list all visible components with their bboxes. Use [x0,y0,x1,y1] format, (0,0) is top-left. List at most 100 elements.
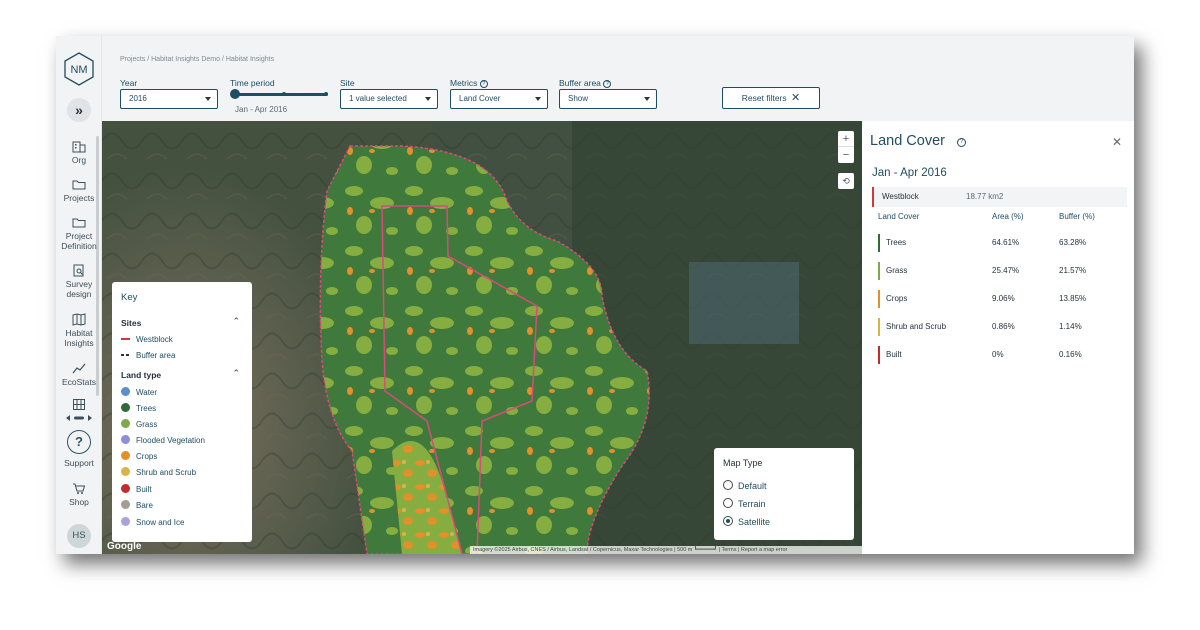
sidebar-item-label: Shop [69,497,89,507]
key-land-trees: Trees [121,403,156,413]
chevron-up-icon[interactable]: ⌃ [232,316,240,327]
carousel-arrows-icon[interactable] [62,415,96,421]
header-area: Area (%) [992,212,1024,221]
row-label: Grass [886,266,908,275]
sidebar-item-projects[interactable]: Projects [56,178,102,203]
site-value: 1 value selected [349,94,407,103]
color-swatch [121,467,130,476]
sidebar-item-label: Project Definition [61,231,97,251]
sidebar-item-grid[interactable] [56,398,102,423]
folder-icon [72,218,86,228]
trend-icon [72,363,86,374]
sidebar-item-habitat-insights[interactable]: Habitat Insights [56,313,102,348]
year-select[interactable]: 2016 [120,89,218,109]
color-swatch [121,500,130,509]
zoom-out-button[interactable]: − [838,147,854,163]
color-swatch [121,387,130,396]
color-swatch [121,517,130,526]
row-label: Trees [886,238,907,247]
color-swatch [121,484,130,493]
row-label: Crops [886,294,908,303]
key-land-crops: Crops [121,451,157,461]
row-label: Shrub and Scrub [886,322,947,331]
row-buffer: 63.28% [1059,238,1087,247]
metrics-select[interactable]: Land Cover [450,89,548,109]
avatar[interactable]: HS [67,524,91,548]
map-canvas[interactable]: + − ⟲ Key Sites ⌃ Westblock Buffer area … [102,121,862,554]
key-label: Buffer area [136,351,176,360]
radio-button[interactable] [723,498,733,508]
map-type-satellite-option[interactable]: Satellite [723,516,770,528]
expand-sidebar-button[interactable]: » [67,98,91,122]
buffer-value: Show [568,94,589,103]
help-icon[interactable]: ? [603,80,612,88]
radio-button-selected[interactable] [723,516,733,526]
chevron-down-icon [535,97,541,101]
color-swatch [121,451,130,460]
site-label: Site [340,78,355,88]
nm-logo[interactable]: NM [62,52,96,86]
key-label: Shrub and Scrub [136,468,197,477]
close-icon[interactable]: ✕ [1112,135,1122,149]
key-label: Bare [136,501,153,510]
map-type-panel: Map Type Default Terrain Satellite [714,448,854,540]
row-buffer: 21.57% [1059,266,1087,275]
logo-text: NM [70,64,87,76]
row-label: Built [886,350,902,359]
key-label: Built [136,485,152,494]
key-label: Trees [136,404,157,413]
close-icon: ✕ [791,92,801,104]
map-attribution[interactable]: Imagery ©2025 Airbus, CNES / Airbus, Lan… [470,546,862,554]
sidebar-item-ecostats[interactable]: EcoStats [56,362,102,387]
year-value: 2016 [129,94,147,103]
panel-title: Land Cover [870,133,945,149]
zoom-in-button[interactable]: + [838,131,854,147]
time-period-slider-handle[interactable] [230,89,240,99]
color-bar [878,234,880,252]
time-period-value: Jan - Apr 2016 [235,105,288,114]
chevron-up-icon[interactable]: ⌃ [232,368,240,379]
history-icon[interactable]: ⟲ [838,173,854,189]
zoom-control: + − [838,131,854,163]
time-period-slider-track[interactable] [234,93,328,96]
buffer-select[interactable]: Show [559,89,657,109]
header-land-cover: Land Cover [878,212,920,221]
chevron-down-icon [205,97,211,101]
key-label: Crops [136,452,158,461]
radio-label: Satellite [738,517,771,527]
row-buffer: 1.14% [1059,322,1082,331]
reset-filters-button[interactable]: Reset filters ✕ [722,87,820,109]
sidebar-item-label: Survey design [65,279,93,299]
color-swatch [121,419,130,428]
table-row: Crops 9.06% 13.85% [878,290,1123,308]
google-logo: Google [107,541,142,552]
map-type-terrain-option[interactable]: Terrain [723,498,766,510]
sidebar-item-survey-design[interactable]: Survey design [56,264,102,299]
sidebar-item-org[interactable]: Org [56,140,102,165]
sidebar-item-support[interactable]: ? Support [56,430,102,468]
breadcrumb[interactable]: Projects / Habitat Insights Demo / Habit… [120,56,274,63]
site-select[interactable]: 1 value selected [340,89,438,109]
site-area: 18.77 km2 [966,192,1004,201]
radio-button[interactable] [723,480,733,490]
key-land-flooded: Flooded Vegetation [121,435,205,445]
help-icon[interactable]: ? [479,80,488,88]
sidebar-item-project-definition[interactable]: Project Definition [56,216,102,251]
app-window: NM » Org Projects Project Definition Sur… [56,36,1134,554]
buffer-label-text: Buffer area [559,78,601,88]
key-land-snow: Snow and Ice [121,517,184,527]
table-row: Built 0% 0.16% [878,346,1123,364]
key-label: Flooded Vegetation [136,436,205,445]
chevron-down-icon [425,97,431,101]
sidebar-item-label: Org [71,155,87,165]
table-row: Shrub and Scrub 0.86% 1.14% [878,318,1123,336]
time-period-label: Time period [230,78,275,88]
color-swatch [121,403,130,412]
metrics-label-text: Metrics [450,78,478,88]
map-type-default-option[interactable]: Default [723,480,767,492]
key-land-grass: Grass [121,419,157,429]
help-icon: ? [67,430,91,454]
sidebar-item-shop[interactable]: Shop [56,482,102,507]
help-icon[interactable]: ? [957,138,966,147]
metrics-value: Land Cover [459,94,501,103]
